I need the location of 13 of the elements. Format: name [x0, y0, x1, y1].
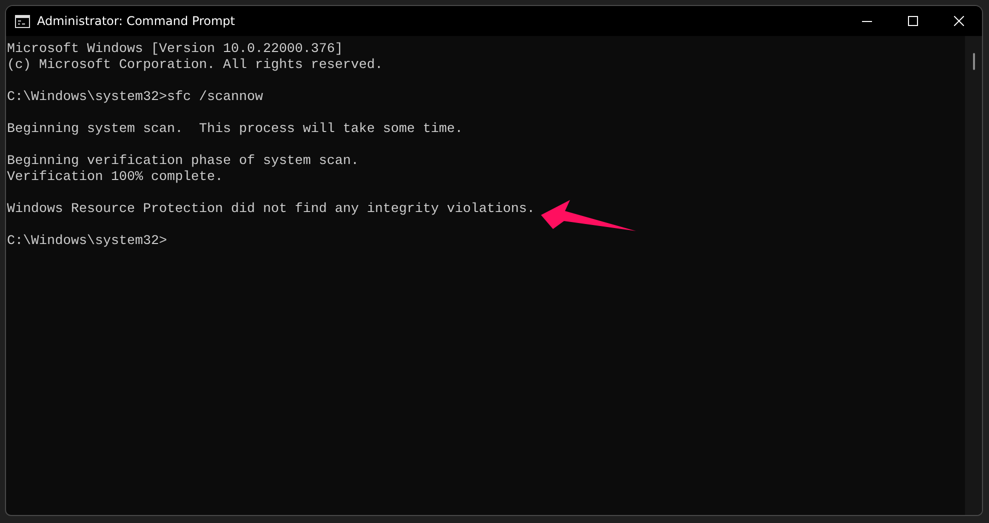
console-line: (c) Microsoft Corporation. All rights reserved. [7, 58, 383, 74]
console-line: Windows Resource Protection did not find any integrity violations. [7, 202, 535, 218]
window-title: Administrator: Command Prompt [37, 14, 235, 28]
maximize-icon [908, 16, 918, 26]
console-line: Verification 100% complete. [7, 170, 223, 186]
scrollbar-thumb[interactable] [972, 53, 974, 70]
console-line: Beginning verification phase of system scan. [7, 154, 359, 170]
console-line: C:\Windows\system32>sfc /scannow [7, 90, 263, 106]
console-line: Microsoft Windows [Version 10.0.22000.376] [7, 42, 343, 58]
console-line: Beginning system scan. This process will take some time. [7, 122, 463, 138]
terminal-icon [15, 14, 30, 28]
console-line: C:\Windows\system32> [7, 234, 167, 250]
close-icon [954, 16, 964, 26]
